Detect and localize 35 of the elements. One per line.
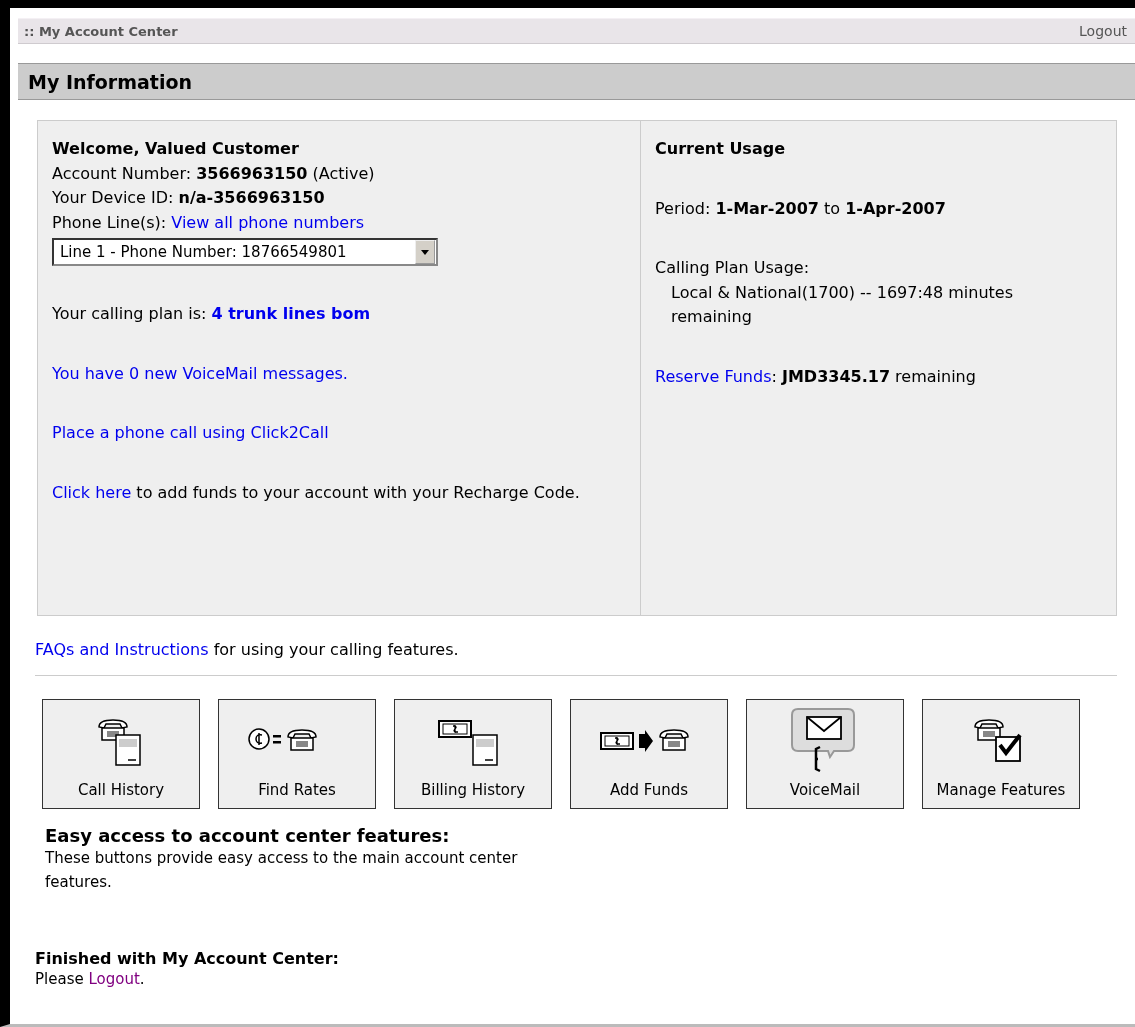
finish-heading: Finished with My Account Center: [35, 949, 340, 968]
account-number: Account Number: 3566963150 (Active) [52, 162, 376, 185]
section-title: My Information [28, 70, 192, 93]
logout-link[interactable]: Logout [1079, 23, 1127, 39]
device-id: Your Device ID: n/a-3566963150 [52, 187, 326, 209]
plan-usage-label: Calling Plan Usage: [655, 257, 811, 279]
reserve-funds-link[interactable]: Reserve Funds [655, 366, 772, 386]
feature-button[interactable]: Add Funds [570, 699, 728, 809]
phone-lines-text: Phone Line(s): View all phone numbers [52, 211, 366, 234]
features-help-heading: Easy access to account center features: [45, 825, 451, 846]
feature-button[interactable]: Call History [42, 699, 200, 809]
feature-button[interactable]: Manage Features [922, 699, 1080, 809]
calling-plan-link[interactable]: 4 trunk lines bom [211, 304, 371, 323]
usage-period: Period: 1-Mar-2007 to 1-Apr-2007 [655, 197, 947, 220]
dropdown-arrow-icon [421, 249, 429, 255]
logout-link[interactable]: Logout [88, 970, 140, 988]
click-here-link[interactable]: Click here [52, 482, 132, 502]
usage-heading: Current Usage [655, 138, 786, 160]
finish-text: Please Logout. [35, 970, 146, 988]
features-help-text: These buttons provide easy access to the main account center features. [45, 848, 519, 893]
feature-button[interactable]: Billing History [394, 699, 552, 809]
recharge-text: Click here to add funds to your account with your Recharge Code. [52, 481, 581, 504]
view-numbers-link[interactable]: View all phone numbers [171, 212, 365, 232]
reserve-funds-text: Reserve Funds: JMD3345.17 remaining [655, 365, 977, 388]
welcome-heading: Welcome, Valued Customer [52, 138, 300, 160]
faq-text: FAQs and Instructions for using your calling features. [35, 640, 460, 659]
calling-plan-text: Your calling plan is: 4 trunk lines bom [52, 303, 372, 325]
line-dropdown[interactable]: Line 1 - Phone Number: 18766549801 [52, 238, 438, 266]
feature-button[interactable]: Find Rates [218, 699, 376, 809]
page-title: :: My Account Center [24, 23, 178, 39]
feature-button[interactable]: VoiceMail [746, 699, 904, 809]
voicemail-link[interactable]: You have 0 new VoiceMail messages. [52, 363, 348, 383]
faq-link[interactable]: FAQs and Instructions [35, 640, 209, 659]
plan-usage-text: Local & National(1700) -- 1697:48 minutes remaining [670, 281, 1015, 328]
click2call-link[interactable]: Place a phone call using Click2Call [52, 423, 329, 442]
